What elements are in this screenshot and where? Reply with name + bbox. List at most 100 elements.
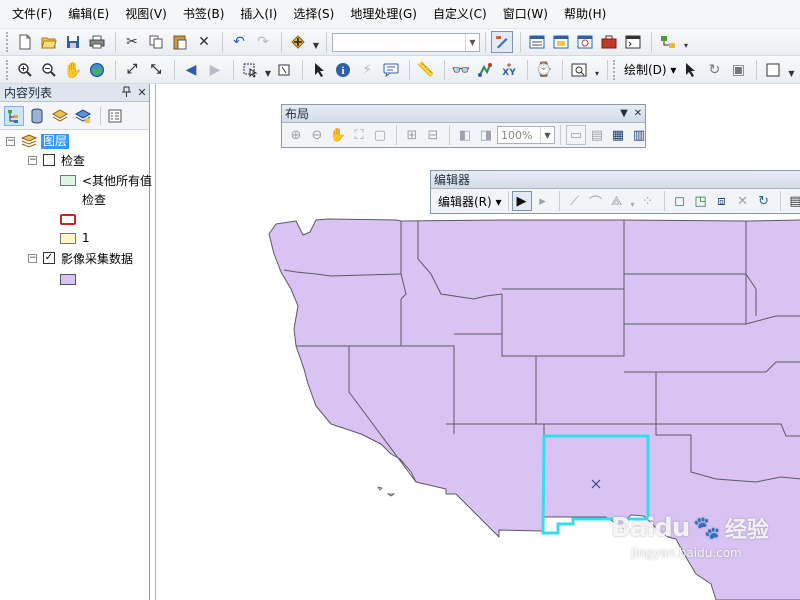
menu-item[interactable]: 书签(B) [175,0,233,28]
find-icon[interactable]: 👓 [450,59,472,81]
map-scale-combo[interactable]: ▼ [332,32,480,52]
list-by-source-icon[interactable] [27,106,47,126]
rectangle-icon[interactable] [762,59,784,81]
endpoint-arc-icon[interactable]: ⌒ [586,191,606,211]
back-extent-icon[interactable]: ◀ [180,59,202,81]
fixed-zoom-in-icon[interactable]: ⤢ [121,59,143,81]
python-window-icon[interactable] [622,31,644,53]
toolbar-grip[interactable] [6,59,10,80]
layer-name[interactable]: 影像采集数据 [61,250,133,267]
map-canvas[interactable] [156,84,800,600]
focus-data-frame-icon[interactable]: ▤ [587,125,607,145]
zoom-to-selected-elements-icon[interactable]: ▣ [727,59,749,81]
toolbar-grip[interactable] [613,59,617,80]
collapse-icon[interactable]: − [28,155,37,165]
toolbar-grip[interactable] [6,32,10,52]
new-text-icon[interactable]: A [796,59,800,81]
open-folder-icon[interactable] [38,31,60,53]
cut-icon[interactable]: ✂ [121,31,143,53]
layer-name[interactable]: 检查 [61,152,85,169]
pan-icon[interactable]: ✋ [328,125,348,145]
forward-extent-icon[interactable]: ▶ [204,59,226,81]
pan-icon[interactable]: ✋ [62,59,84,81]
model-builder-icon[interactable] [657,31,679,53]
layers-root-label[interactable]: 图层 [41,133,70,149]
list-by-visibility-icon[interactable] [50,106,70,126]
select-elements-icon[interactable] [679,59,701,81]
redo-icon[interactable]: ↷ [252,31,274,53]
menu-item[interactable]: 窗口(W) [495,0,556,28]
close-icon[interactable]: ✕ [631,108,645,119]
toolbar-overflow-icon[interactable]: ▾ [592,59,602,81]
menu-item[interactable]: 文件(F) [4,0,60,28]
select-features-icon[interactable] [239,59,261,81]
search-window-icon[interactable] [574,31,596,53]
collapse-icon[interactable]: − [6,136,15,146]
menu-item[interactable]: 地理处理(G) [342,0,425,28]
save-icon[interactable] [62,31,84,53]
cut-polygons-icon[interactable]: ⧈ [712,191,732,211]
segment-dropdown-icon[interactable]: ▾ [628,190,638,212]
layer-visibility-checkbox[interactable] [43,154,55,166]
undo-icon[interactable]: ↶ [228,31,250,53]
fixed-zoom-out-icon[interactable]: ⊟ [423,125,443,145]
list-by-selection-icon[interactable] [73,106,93,126]
html-popup-icon[interactable] [380,59,402,81]
zoom-out-icon[interactable]: ⊖ [307,125,327,145]
fixed-zoom-out-icon[interactable]: ⤡ [145,59,167,81]
edit-annotation-icon[interactable]: ▸ [533,191,553,211]
menu-item[interactable]: 编辑(E) [60,0,117,28]
hyperlink-icon[interactable]: ⚡ [356,59,378,81]
layout-toolbar-titlebar[interactable]: 布局 ▼ ✕ [282,105,645,123]
paste-icon[interactable] [169,31,191,53]
fixed-zoom-in-icon[interactable]: ⊞ [402,125,422,145]
time-slider-icon[interactable]: ⌚ [533,59,555,81]
zoom-percent-combo[interactable]: 100% ▼ [497,126,555,144]
editor-toolbar-icon[interactable] [491,31,513,53]
map-view[interactable]: 布局 ▼ ✕ ⊕ ⊖ ✋ ⛶ ▢ ⊞ ⊟ ◧ ◨ 100% ▼ ▭ ▤ ▦ ▥ [155,84,800,600]
select-elements-icon[interactable] [308,59,330,81]
menu-item[interactable]: 选择(S) [285,0,342,28]
layer-image-row[interactable]: − ✓ 影像采集数据 [28,249,133,267]
measure-icon[interactable]: 📏 [415,59,437,81]
attributes-icon[interactable]: ▤ [786,191,800,211]
rectangle-dropdown-icon[interactable]: ▼ [786,59,796,81]
data-driven-pages-icon[interactable]: ▥ [629,125,649,145]
point-icon[interactable]: ⁘ [638,191,658,211]
back-extent-icon[interactable]: ◧ [455,125,475,145]
forward-extent-icon[interactable]: ◨ [476,125,496,145]
zoom-in-icon[interactable]: ⊕ [286,125,306,145]
collapse-icon[interactable]: − [28,253,37,263]
full-extent-icon[interactable] [86,59,108,81]
edit-tool-icon[interactable]: ▶ [511,191,532,211]
zoom-out-icon[interactable] [38,59,60,81]
toolbar-overflow-icon[interactable]: ▾ [681,31,691,53]
editor-toolbar-titlebar[interactable]: 编辑器 [431,171,800,189]
copy-icon[interactable] [145,31,167,53]
select-dropdown-icon[interactable]: ▼ [263,59,273,81]
straight-segment-icon[interactable]: ⟋ [565,191,585,211]
list-by-drawing-order-icon[interactable] [4,105,24,126]
create-viewer-icon[interactable] [568,59,590,81]
legend-item[interactable] [60,270,82,288]
add-data-dropdown-icon[interactable]: ▼ [311,31,321,53]
options-icon[interactable] [105,106,125,126]
change-layout-icon[interactable]: ▦ [608,125,628,145]
draw-menu[interactable]: 绘制(D) ▾ [621,61,679,78]
pin-icon[interactable] [119,86,133,100]
toolbar-menu-icon[interactable]: ▼ [617,108,631,119]
clear-selection-icon[interactable] [273,59,295,81]
legend-item[interactable]: <其他所有值 [60,171,152,189]
reshape-feature-icon[interactable]: ◳ [691,191,711,211]
zoom-whole-page-icon[interactable]: ⛶ [349,125,369,145]
menu-item[interactable]: 帮助(H) [556,0,614,28]
print-icon[interactable] [86,31,108,53]
delete-icon[interactable]: ✕ [193,31,215,53]
trace-icon[interactable]: ⟁ [607,191,627,211]
legend-item[interactable]: 1 [60,229,90,247]
go-to-xy-icon[interactable]: XY [498,59,520,81]
layer-visibility-checkbox[interactable]: ✓ [43,252,55,264]
catalog-icon[interactable] [550,31,572,53]
toolbox-icon[interactable] [598,31,620,53]
layer-check-row[interactable]: − 检查 [28,151,85,169]
